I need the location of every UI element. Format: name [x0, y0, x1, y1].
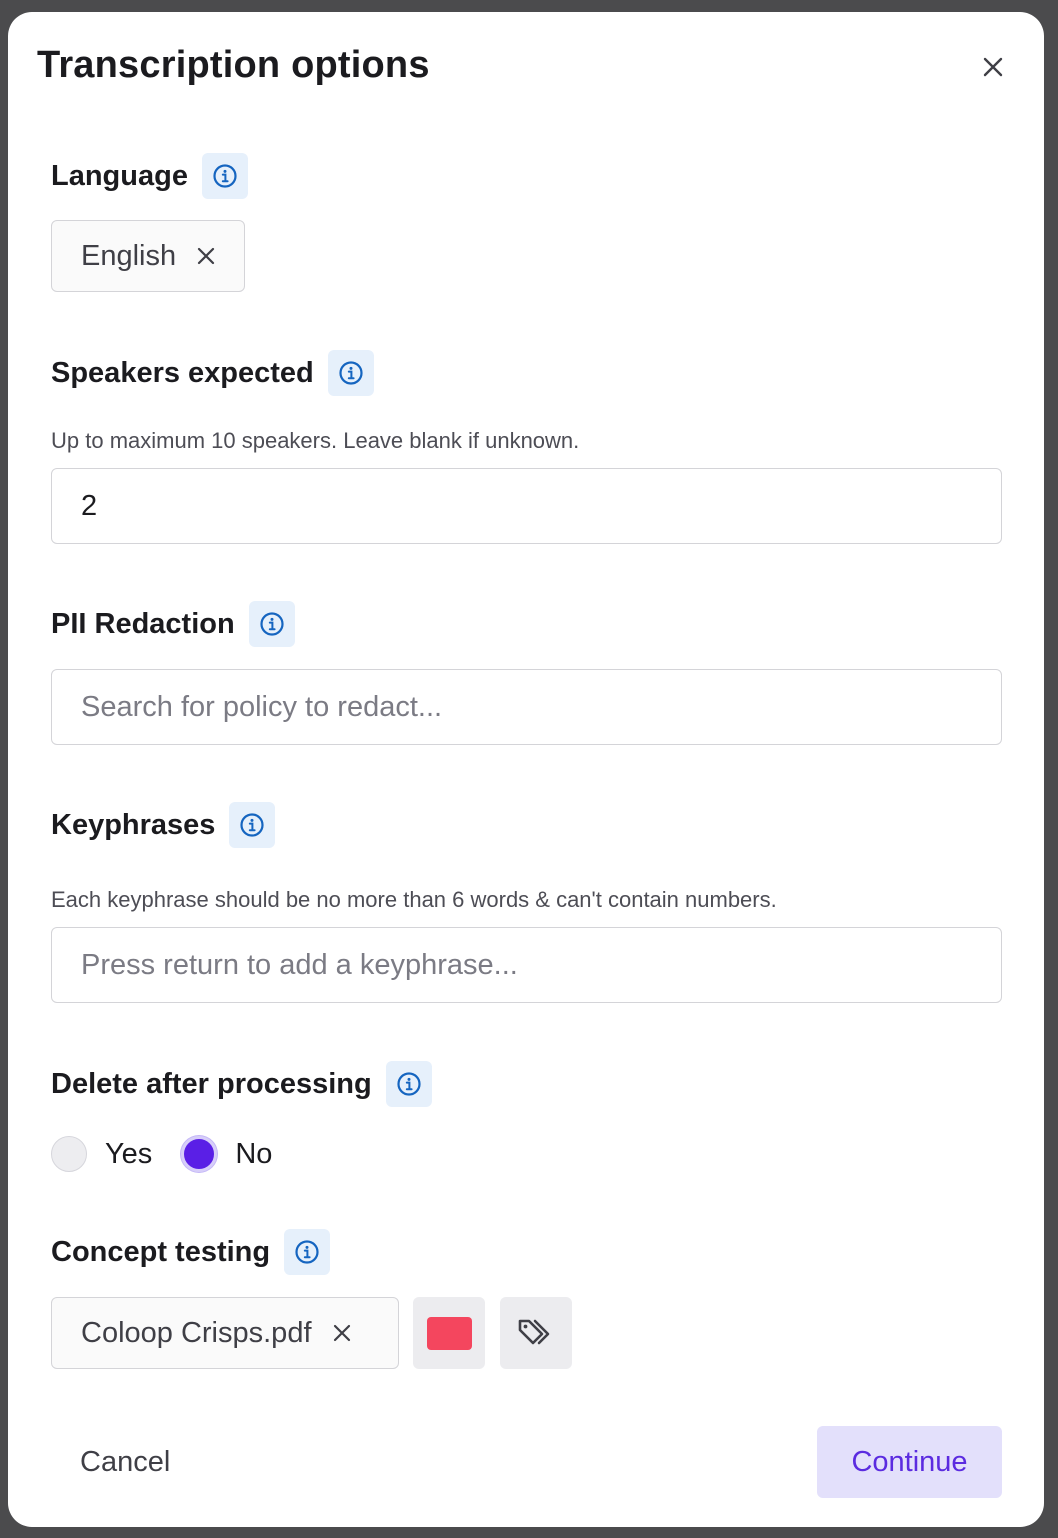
speakers-section-label: Speakers expected: [51, 350, 374, 396]
radio-yes[interactable]: [51, 1136, 87, 1172]
remove-file-button[interactable]: [332, 1323, 352, 1343]
keyphrase-input[interactable]: [81, 948, 972, 982]
backdrop-fragment: [0, 140, 8, 164]
cancel-button[interactable]: Cancel: [51, 1426, 199, 1498]
radio-yes-label[interactable]: Yes: [105, 1138, 152, 1171]
pii-search-field[interactable]: [51, 669, 1002, 745]
concept-info-button[interactable]: [284, 1229, 331, 1275]
tags-button[interactable]: [500, 1297, 572, 1369]
pii-label: PII Redaction: [51, 607, 235, 640]
info-icon: [260, 612, 284, 636]
dialog-title: Transcription options: [37, 44, 430, 86]
keyphrases-label: Keyphrases: [51, 808, 216, 841]
delete-label: Delete after processing: [51, 1067, 372, 1100]
concept-label: Concept testing: [51, 1235, 271, 1268]
language-chip: English: [51, 220, 246, 292]
speakers-input[interactable]: [81, 489, 972, 523]
delete-radio-group: Yes No: [51, 1136, 272, 1172]
radio-no-label[interactable]: No: [235, 1138, 272, 1171]
language-chip-label: English: [81, 239, 177, 272]
continue-button[interactable]: Continue: [817, 1426, 1002, 1498]
color-swatch: [426, 1316, 472, 1350]
language-section-label: Language: [51, 153, 248, 199]
pii-section-label: PII Redaction: [51, 601, 295, 647]
pii-search-input[interactable]: [81, 690, 972, 724]
keyphrases-help-text: Each keyphrase should be no more than 6 …: [51, 887, 777, 912]
close-icon: [983, 57, 1003, 77]
transcription-options-dialog: Transcription options Language English S…: [8, 12, 1044, 1527]
speakers-info-button[interactable]: [327, 350, 374, 396]
language-info-button[interactable]: [201, 153, 248, 199]
language-label: Language: [51, 159, 188, 192]
remove-language-button[interactable]: [196, 246, 216, 266]
radio-no[interactable]: [181, 1136, 218, 1172]
close-icon: [198, 247, 215, 265]
info-icon: [397, 1072, 421, 1096]
color-swatch-button[interactable]: [413, 1297, 485, 1369]
delete-section-label: Delete after processing: [51, 1061, 432, 1107]
speakers-label: Speakers expected: [51, 356, 314, 389]
close-button[interactable]: [974, 48, 1012, 86]
speakers-field[interactable]: [51, 468, 1002, 544]
info-icon: [339, 361, 363, 385]
info-icon: [213, 164, 237, 188]
concept-section-label: Concept testing: [51, 1229, 331, 1275]
concept-file-label: Coloop Crisps.pdf: [81, 1316, 312, 1349]
speakers-help-text: Up to maximum 10 speakers. Leave blank i…: [51, 428, 580, 453]
keyphrases-section-label: Keyphrases: [51, 802, 276, 848]
concept-file-chip: Coloop Crisps.pdf: [51, 1297, 399, 1369]
info-icon: [240, 813, 265, 837]
pii-info-button[interactable]: [248, 601, 295, 647]
tags-icon: [518, 1319, 550, 1345]
close-icon: [333, 1324, 350, 1342]
keyphrase-field[interactable]: [51, 927, 1002, 1003]
info-icon: [295, 1240, 319, 1264]
delete-info-button[interactable]: [385, 1061, 432, 1107]
keyphrases-info-button[interactable]: [229, 802, 276, 848]
